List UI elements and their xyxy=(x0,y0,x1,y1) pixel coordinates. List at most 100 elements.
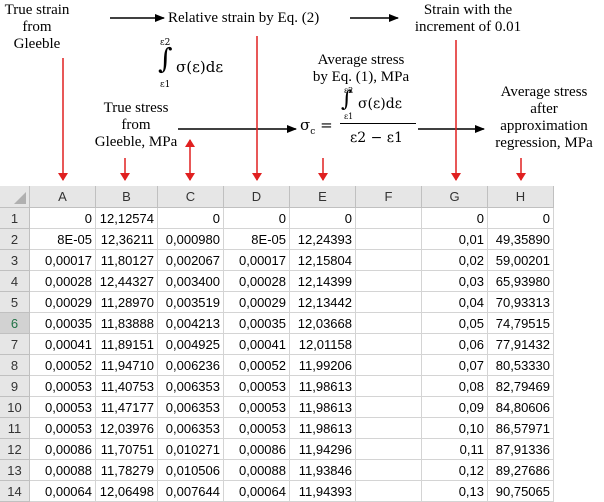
cell[interactable]: 0,00052 xyxy=(224,355,290,376)
cell[interactable] xyxy=(356,313,422,334)
cell[interactable]: 89,27686 xyxy=(488,460,554,481)
cell[interactable]: 0,006236 xyxy=(158,355,224,376)
cell[interactable]: 0,00053 xyxy=(224,397,290,418)
cell[interactable]: 0,04 xyxy=(422,292,488,313)
row-header[interactable]: 5 xyxy=(0,292,30,313)
cell[interactable]: 0 xyxy=(422,208,488,229)
cell[interactable]: 12,01158 xyxy=(290,334,356,355)
cell[interactable]: 12,14399 xyxy=(290,271,356,292)
cell[interactable] xyxy=(356,376,422,397)
cell[interactable] xyxy=(356,439,422,460)
cell[interactable]: 11,94710 xyxy=(96,355,158,376)
cell[interactable]: 0,00053 xyxy=(30,418,96,439)
cell[interactable]: 65,93980 xyxy=(488,271,554,292)
row-header[interactable]: 12 xyxy=(0,439,30,460)
row-header[interactable]: 10 xyxy=(0,397,30,418)
cell[interactable]: 0,004925 xyxy=(158,334,224,355)
cell[interactable]: 11,93846 xyxy=(290,460,356,481)
cell[interactable]: 0,00035 xyxy=(30,313,96,334)
cell[interactable]: 0,07 xyxy=(422,355,488,376)
cell[interactable]: 77,91432 xyxy=(488,334,554,355)
cell[interactable]: 0,03 xyxy=(422,271,488,292)
row-header[interactable]: 13 xyxy=(0,460,30,481)
row-header[interactable]: 11 xyxy=(0,418,30,439)
row-header[interactable]: 7 xyxy=(0,334,30,355)
cell[interactable]: 11,98613 xyxy=(290,418,356,439)
cell[interactable]: 0,10 xyxy=(422,418,488,439)
column-header-d[interactable]: D xyxy=(224,186,290,208)
cell[interactable]: 0,00041 xyxy=(224,334,290,355)
cell[interactable]: 0,006353 xyxy=(158,376,224,397)
cell[interactable]: 0,00053 xyxy=(224,376,290,397)
cell[interactable]: 0,006353 xyxy=(158,397,224,418)
cell[interactable]: 12,12574 xyxy=(96,208,158,229)
cell[interactable]: 0,02 xyxy=(422,250,488,271)
cell[interactable]: 11,28970 xyxy=(96,292,158,313)
cell[interactable]: 12,44327 xyxy=(96,271,158,292)
cell[interactable]: 0,004213 xyxy=(158,313,224,334)
cell[interactable]: 0,010271 xyxy=(158,439,224,460)
cell[interactable]: 0,00041 xyxy=(30,334,96,355)
cell[interactable]: 12,15804 xyxy=(290,250,356,271)
cell[interactable]: 11,98613 xyxy=(290,376,356,397)
cell[interactable]: 0,05 xyxy=(422,313,488,334)
spreadsheet[interactable]: A B C D E F G H 1 0 12,12574 0 0 0 0 0 2 8E-05 12,36211 0,0… xyxy=(0,186,604,502)
cell[interactable]: 0,010506 xyxy=(158,460,224,481)
cell[interactable]: 0,00053 xyxy=(224,418,290,439)
row-header[interactable]: 6 xyxy=(0,313,30,334)
cell[interactable]: 0,00088 xyxy=(224,460,290,481)
column-header-e[interactable]: E xyxy=(290,186,356,208)
cell[interactable] xyxy=(356,250,422,271)
cell[interactable]: 8E-05 xyxy=(224,229,290,250)
cell[interactable] xyxy=(356,208,422,229)
cell[interactable]: 11,94296 xyxy=(290,439,356,460)
column-header-b[interactable]: B xyxy=(96,186,158,208)
cell[interactable]: 0,01 xyxy=(422,229,488,250)
cell[interactable]: 0,00086 xyxy=(30,439,96,460)
cell[interactable]: 12,03976 xyxy=(96,418,158,439)
cell[interactable]: 80,53330 xyxy=(488,355,554,376)
cell[interactable]: 8E-05 xyxy=(30,229,96,250)
cell[interactable]: 0,00053 xyxy=(30,397,96,418)
cell[interactable]: 11,78279 xyxy=(96,460,158,481)
cell[interactable]: 11,40753 xyxy=(96,376,158,397)
cell[interactable]: 0,09 xyxy=(422,397,488,418)
cell[interactable]: 0,00028 xyxy=(30,271,96,292)
cell[interactable]: 70,93313 xyxy=(488,292,554,313)
cell[interactable]: 12,36211 xyxy=(96,229,158,250)
column-header-c[interactable]: C xyxy=(158,186,224,208)
row-header[interactable]: 9 xyxy=(0,376,30,397)
column-header-a[interactable]: A xyxy=(30,186,96,208)
cell[interactable]: 0 xyxy=(30,208,96,229)
cell[interactable] xyxy=(356,460,422,481)
cell[interactable]: 0 xyxy=(158,208,224,229)
cell[interactable]: 0,11 xyxy=(422,439,488,460)
cell[interactable]: 0,00052 xyxy=(30,355,96,376)
cell[interactable]: 0,00017 xyxy=(224,250,290,271)
cell[interactable]: 12,03668 xyxy=(290,313,356,334)
cell[interactable]: 59,00201 xyxy=(488,250,554,271)
cell[interactable] xyxy=(356,334,422,355)
cell[interactable]: 0,006353 xyxy=(158,418,224,439)
column-header-h[interactable]: H xyxy=(488,186,554,208)
cell[interactable]: 0,06 xyxy=(422,334,488,355)
cell[interactable]: 12,24393 xyxy=(290,229,356,250)
cell[interactable]: 82,79469 xyxy=(488,376,554,397)
row-header[interactable]: 4 xyxy=(0,271,30,292)
row-header[interactable]: 3 xyxy=(0,250,30,271)
cell[interactable]: 74,79515 xyxy=(488,313,554,334)
cell[interactable] xyxy=(356,355,422,376)
column-header-f[interactable]: F xyxy=(356,186,422,208)
cell[interactable]: 0,00086 xyxy=(224,439,290,460)
cell[interactable]: 0,00088 xyxy=(30,460,96,481)
cell[interactable]: 0,003400 xyxy=(158,271,224,292)
cell[interactable]: 0,00028 xyxy=(224,271,290,292)
cell[interactable]: 0,00017 xyxy=(30,250,96,271)
cell[interactable]: 0 xyxy=(224,208,290,229)
cell[interactable]: 12,13442 xyxy=(290,292,356,313)
cell[interactable] xyxy=(356,229,422,250)
cell[interactable]: 11,80127 xyxy=(96,250,158,271)
cell[interactable]: 0 xyxy=(290,208,356,229)
row-header[interactable]: 2 xyxy=(0,229,30,250)
cell[interactable]: 11,98613 xyxy=(290,397,356,418)
